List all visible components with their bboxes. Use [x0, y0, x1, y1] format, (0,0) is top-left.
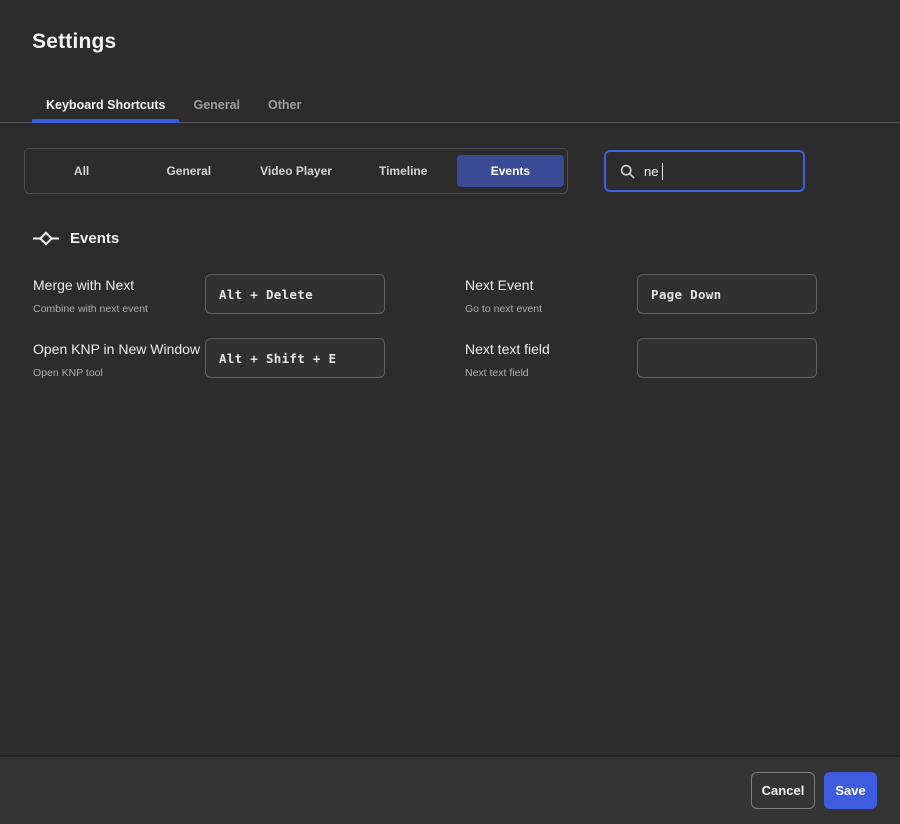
shortcut-info: Next Event Go to next event — [465, 274, 637, 315]
shortcut-row-next-event: Next Event Go to next event Page Down — [465, 274, 817, 315]
tab-keyboard-shortcuts[interactable]: Keyboard Shortcuts — [32, 98, 179, 122]
shortcut-binding-input[interactable]: Page Down — [637, 274, 817, 314]
section-title: Events — [70, 230, 119, 247]
shortcut-row-open-knp: Open KNP in New Window Open KNP tool Alt… — [33, 338, 385, 379]
cancel-button[interactable]: Cancel — [751, 772, 815, 809]
shortcut-row-merge-with-next: Merge with Next Combine with next event … — [33, 274, 385, 315]
filter-timeline[interactable]: Timeline — [350, 155, 457, 187]
filter-events[interactable]: Events — [457, 155, 564, 187]
shortcut-row-next-text-field: Next text field Next text field — [465, 338, 817, 379]
shortcut-description: Combine with next event — [33, 303, 205, 315]
shortcut-list: Merge with Next Combine with next event … — [33, 274, 900, 379]
dialog-footer: Cancel Save — [0, 755, 900, 824]
search-input[interactable] — [644, 164, 820, 179]
shortcut-binding-input[interactable] — [637, 338, 817, 378]
shortcut-info: Open KNP in New Window Open KNP tool — [33, 338, 205, 379]
tab-general[interactable]: General — [179, 98, 254, 122]
filter-general[interactable]: General — [135, 155, 242, 187]
dialog-header: Settings — [0, 0, 900, 54]
save-button[interactable]: Save — [824, 772, 877, 809]
filter-video-player[interactable]: Video Player — [242, 155, 349, 187]
shortcut-name: Open KNP in New Window — [33, 341, 205, 358]
tab-other[interactable]: Other — [254, 98, 315, 122]
settings-tabs: Keyboard Shortcuts General Other — [0, 93, 900, 123]
shortcuts-toolbar: All General Video Player Timeline Events — [24, 148, 805, 194]
shortcut-info: Next text field Next text field — [465, 338, 637, 379]
events-section-header: Events — [33, 230, 900, 247]
shortcut-name: Next Event — [465, 277, 637, 294]
category-filter-bar: All General Video Player Timeline Events — [24, 148, 568, 194]
shortcut-binding-input[interactable]: Alt + Shift + E — [205, 338, 385, 378]
shortcut-description: Open KNP tool — [33, 367, 205, 379]
page-title: Settings — [32, 30, 868, 54]
shortcut-name: Merge with Next — [33, 277, 205, 294]
filter-all[interactable]: All — [28, 155, 135, 187]
shortcut-name: Next text field — [465, 341, 637, 358]
search-icon — [620, 164, 635, 179]
shortcut-description: Go to next event — [465, 303, 637, 315]
search-field[interactable] — [604, 150, 805, 192]
shortcut-binding-input[interactable]: Alt + Delete — [205, 274, 385, 314]
shortcut-description: Next text field — [465, 367, 637, 379]
keyframe-icon — [33, 231, 59, 246]
shortcut-info: Merge with Next Combine with next event — [33, 274, 205, 315]
